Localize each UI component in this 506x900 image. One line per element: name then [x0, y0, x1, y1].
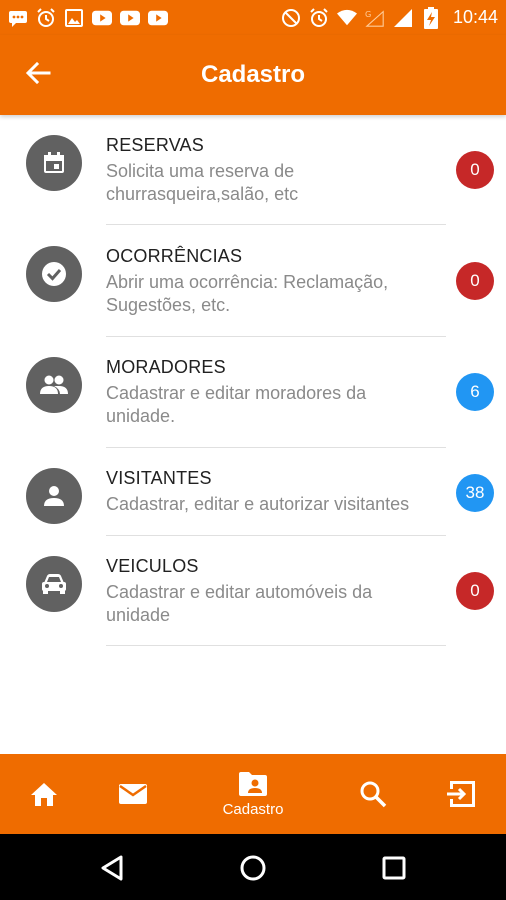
item-text: VEICULOS Cadastrar e editar automóveis d… — [106, 556, 446, 627]
nav-exit[interactable] — [422, 754, 502, 834]
back-nav-button[interactable] — [96, 852, 128, 884]
item-subtitle: Abrir uma ocorrência: Reclamação, Sugest… — [106, 271, 446, 317]
mail-icon — [119, 784, 147, 804]
status-time: 10:44 — [452, 7, 498, 27]
item-text: RESERVAS Solicita uma reserva de churras… — [106, 135, 446, 206]
signal-g-icon: G — [365, 8, 385, 28]
svg-text:G: G — [365, 9, 371, 19]
item-title: MORADORES — [106, 357, 226, 377]
arrow-back-icon — [25, 62, 51, 84]
item-subtitle-line: Sugestões, etc. — [106, 295, 231, 315]
people-icon — [26, 357, 82, 413]
item-text: OCORRÊNCIAS Abrir uma ocorrência: Reclam… — [106, 246, 446, 317]
alarm-icon — [36, 7, 56, 28]
item-title: OCORRÊNCIAS — [106, 246, 243, 266]
bottom-navigation: Cadastro — [0, 754, 506, 834]
item-text: VISITANTES Cadastrar, editar e autorizar… — [106, 468, 446, 516]
app-bar: Cadastro — [0, 35, 506, 115]
exit-icon — [447, 781, 475, 807]
item-subtitle-line: Cadastrar e editar automóveis da — [106, 582, 373, 602]
item-subtitle-line: Solicita uma reserva de — [106, 161, 295, 181]
home-icon — [31, 783, 57, 806]
calendar-icon — [26, 135, 82, 191]
nav-mail[interactable] — [93, 754, 173, 834]
do-not-disturb-icon — [281, 8, 301, 28]
list-item-veiculos[interactable]: VEICULOS Cadastrar e editar automóveis d… — [0, 536, 506, 647]
item-subtitle-line: churrasqueira,salão, etc — [106, 184, 299, 204]
home-nav-button[interactable] — [237, 852, 269, 884]
count-badge: 6 — [456, 373, 494, 411]
count-badge: 0 — [456, 151, 494, 189]
item-subtitle: Solicita uma reserva de churrasqueira,sa… — [106, 160, 446, 206]
system-navigation-bar — [0, 834, 506, 900]
item-subtitle: Cadastrar, editar e autorizar visitantes — [106, 493, 446, 516]
list-item-reservas[interactable]: RESERVAS Solicita uma reserva de churras… — [0, 115, 506, 225]
nav-home[interactable] — [4, 754, 84, 834]
count-badge: 38 — [456, 474, 494, 512]
item-subtitle: Cadastrar e editar moradores da unidade. — [106, 382, 446, 428]
triangle-back-icon — [101, 855, 123, 881]
item-text: MORADORES Cadastrar e editar moradores d… — [106, 357, 446, 428]
person-icon — [26, 468, 82, 524]
item-title: VISITANTES — [106, 468, 212, 488]
message-icon — [8, 8, 28, 28]
item-subtitle: Cadastrar e editar automóveis da unidade — [106, 581, 446, 627]
item-subtitle-line: unidade — [106, 605, 171, 625]
recents-nav-button[interactable] — [378, 852, 410, 884]
item-subtitle-line: Cadastrar, editar e autorizar visitantes — [106, 494, 410, 514]
youtube-icon — [148, 8, 168, 28]
check-circle-icon — [26, 246, 82, 302]
count-badge: 0 — [456, 262, 494, 300]
signal-icon — [393, 8, 413, 28]
nav-cadastro-label: Cadastro — [222, 800, 284, 818]
status-bar: G 10:44 — [0, 0, 506, 35]
item-title: VEICULOS — [106, 556, 199, 576]
notification-icons — [8, 7, 168, 28]
youtube-icon — [120, 8, 140, 28]
system-icons: G 10:44 — [281, 6, 498, 29]
image-icon — [64, 8, 84, 28]
battery-charging-icon — [421, 6, 441, 29]
contact-folder-icon — [239, 771, 267, 796]
list-item-ocorrencias[interactable]: OCORRÊNCIAS Abrir uma ocorrência: Reclam… — [0, 226, 506, 337]
nav-cadastro[interactable]: Cadastro — [213, 754, 293, 834]
page-title: Cadastro — [200, 61, 306, 88]
back-button[interactable] — [22, 57, 54, 89]
item-subtitle-line: Abrir uma ocorrência: Reclamação, — [106, 272, 389, 292]
square-recents-icon — [382, 856, 406, 880]
divider — [106, 224, 446, 225]
item-title: RESERVAS — [106, 135, 204, 155]
youtube-icon — [92, 8, 112, 28]
divider — [106, 645, 446, 646]
car-icon — [26, 556, 82, 612]
alarm-icon — [309, 7, 329, 28]
list-item-moradores[interactable]: MORADORES Cadastrar e editar moradores d… — [0, 337, 506, 448]
circle-home-icon — [240, 855, 266, 881]
count-badge: 0 — [456, 572, 494, 610]
wifi-icon — [336, 8, 357, 28]
nav-search[interactable] — [333, 754, 413, 834]
item-subtitle-line: Cadastrar e editar moradores da — [106, 383, 367, 403]
list-item-visitantes[interactable]: VISITANTES Cadastrar, editar e autorizar… — [0, 448, 506, 536]
search-icon — [360, 781, 387, 808]
item-subtitle-line: unidade. — [106, 406, 176, 426]
